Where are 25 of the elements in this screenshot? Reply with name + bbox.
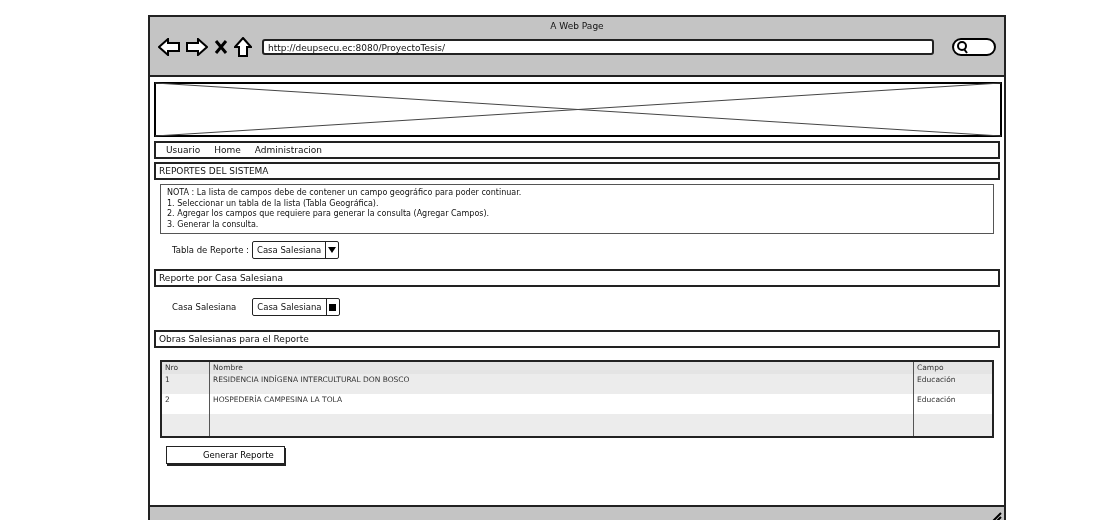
generate-report-button[interactable]: Generar Reporte <box>166 446 285 464</box>
home-icon[interactable] <box>234 37 252 57</box>
field-label: Tabla de Reporte : <box>172 245 249 255</box>
menu-item[interactable]: Home <box>214 145 241 155</box>
section-header: Reporte por Casa Salesiana <box>154 269 1000 287</box>
note-text: 3. Generar la consulta. <box>167 219 260 230</box>
section-header: REPORTES DEL SISTEMA <box>154 162 1000 180</box>
back-icon[interactable] <box>158 38 180 56</box>
section-header: Obras Salesianas para el Reporte <box>154 330 1000 348</box>
forward-icon[interactable] <box>186 38 208 56</box>
search-icon[interactable] <box>952 37 996 57</box>
casa-dropdown[interactable]: Casa Salesiana <box>252 298 340 316</box>
note-text: 1. Seleccionar un tabla de la lista (Tabla Geográfica). <box>167 198 380 209</box>
menu-item[interactable]: Usuario <box>166 145 201 155</box>
field-label: Casa Salesiana <box>172 302 237 312</box>
resize-grip-icon[interactable] <box>990 511 1002 520</box>
square-icon <box>329 303 337 311</box>
window-title: A Web Page <box>549 20 605 31</box>
address-field[interactable]: http://deupsecu.ec:8080/ProyectoTesis/ <box>262 39 934 55</box>
note-text: NOTA : La lista de campos debe de contener un campo geográfico para poder continuar. <box>167 188 523 199</box>
close-icon[interactable] <box>214 39 228 55</box>
table-dropdown[interactable]: Casa Salesiana <box>251 241 340 259</box>
menu-item[interactable]: Administracion <box>254 145 323 155</box>
caret-icon <box>328 246 337 254</box>
note-text: 2. Agregar los campos que requiere para generar la consulta (Agregar Campos). <box>167 209 491 220</box>
